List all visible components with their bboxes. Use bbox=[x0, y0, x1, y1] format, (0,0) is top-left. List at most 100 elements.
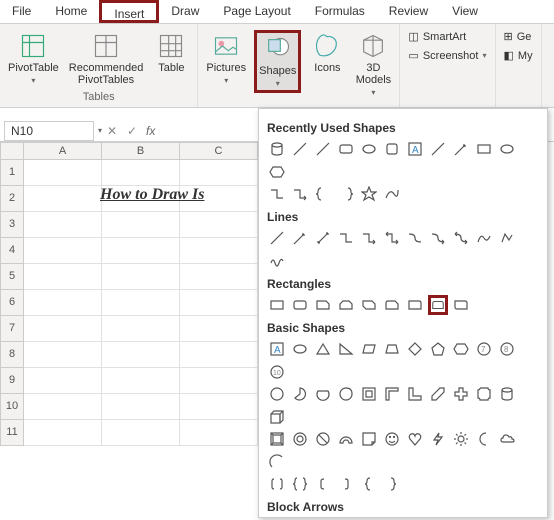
cell[interactable] bbox=[24, 212, 102, 238]
cell[interactable] bbox=[102, 342, 180, 368]
enter-formula-button[interactable]: ✓ bbox=[122, 124, 142, 138]
shape-rect[interactable] bbox=[474, 139, 494, 159]
cell[interactable] bbox=[24, 368, 102, 394]
cell[interactable] bbox=[102, 290, 180, 316]
row-header[interactable]: 4 bbox=[0, 238, 24, 264]
shape-lshape[interactable] bbox=[405, 384, 425, 404]
shape-connector[interactable] bbox=[267, 184, 287, 204]
shape-snip-corner[interactable] bbox=[313, 295, 333, 315]
shape-brace[interactable] bbox=[313, 184, 333, 204]
pivottable-button[interactable]: PivotTable ▾ bbox=[6, 30, 61, 87]
cell[interactable] bbox=[180, 342, 258, 368]
shape-textbox[interactable]: A bbox=[267, 339, 287, 359]
tab-review[interactable]: Review bbox=[377, 0, 440, 23]
pictures-button[interactable]: Pictures ▾ bbox=[204, 30, 248, 87]
shape-parallelogram[interactable] bbox=[359, 339, 379, 359]
shape-pentagon[interactable] bbox=[428, 339, 448, 359]
shape-right-brace[interactable] bbox=[382, 474, 402, 494]
select-all-corner[interactable] bbox=[0, 142, 24, 160]
shape-cube[interactable] bbox=[267, 407, 287, 427]
shape-lightning[interactable] bbox=[428, 429, 448, 449]
shape-arc[interactable] bbox=[267, 452, 287, 472]
3d-models-button[interactable]: 3D Models ▾ bbox=[353, 30, 393, 99]
tab-formulas[interactable]: Formulas bbox=[303, 0, 377, 23]
shape-left-brace[interactable] bbox=[359, 474, 379, 494]
shape-teardrop[interactable] bbox=[336, 384, 356, 404]
shape-pie[interactable] bbox=[290, 384, 310, 404]
cell[interactable] bbox=[24, 342, 102, 368]
shape-double-bracket[interactable] bbox=[267, 474, 287, 494]
fx-label[interactable]: fx bbox=[142, 124, 159, 138]
cell[interactable] bbox=[102, 264, 180, 290]
tab-page-layout[interactable]: Page Layout bbox=[211, 0, 302, 23]
row-header[interactable]: 8 bbox=[0, 342, 24, 368]
shape-hexagon[interactable] bbox=[451, 339, 471, 359]
cell[interactable] bbox=[102, 316, 180, 342]
shape-block-arc[interactable] bbox=[336, 429, 356, 449]
shape-heart[interactable] bbox=[405, 429, 425, 449]
cell[interactable] bbox=[180, 394, 258, 420]
cell[interactable] bbox=[180, 264, 258, 290]
cell[interactable] bbox=[180, 160, 258, 186]
shape-hexagon[interactable] bbox=[267, 162, 287, 182]
shape-line-arrow[interactable] bbox=[290, 228, 310, 248]
shape-decagon[interactable]: 10 bbox=[267, 362, 287, 382]
shape-diag-stripe[interactable] bbox=[428, 384, 448, 404]
shape-diamond[interactable] bbox=[405, 339, 425, 359]
shape-cloud[interactable] bbox=[497, 429, 517, 449]
table-button[interactable]: Table bbox=[151, 30, 191, 76]
shape-cylinder[interactable] bbox=[267, 139, 287, 159]
shape-oval[interactable] bbox=[290, 339, 310, 359]
recommended-pivottables-button[interactable]: Recommended PivotTables bbox=[67, 30, 146, 88]
cell[interactable] bbox=[24, 420, 102, 446]
row-header[interactable]: 10 bbox=[0, 394, 24, 420]
cancel-formula-button[interactable]: ✕ bbox=[102, 124, 122, 138]
my-addins-button[interactable]: ◧My bbox=[500, 47, 537, 64]
cell[interactable] bbox=[180, 316, 258, 342]
shape-line[interactable] bbox=[428, 139, 448, 159]
shape-snip-diag[interactable] bbox=[359, 295, 379, 315]
cell[interactable] bbox=[180, 212, 258, 238]
col-header[interactable]: A bbox=[24, 142, 102, 160]
get-addins-button[interactable]: ⊞Ge bbox=[500, 28, 536, 45]
shape-half-frame[interactable] bbox=[382, 384, 402, 404]
shape-smiley[interactable] bbox=[382, 429, 402, 449]
row-header[interactable]: 7 bbox=[0, 316, 24, 342]
shape-rectangle[interactable] bbox=[267, 295, 287, 315]
shape-plaque[interactable] bbox=[474, 384, 494, 404]
shape-line-double[interactable] bbox=[313, 228, 333, 248]
shape-octagon[interactable]: 8 bbox=[497, 339, 517, 359]
shape-connector[interactable] bbox=[290, 184, 310, 204]
shape-cross[interactable] bbox=[451, 384, 471, 404]
shape-curve[interactable] bbox=[382, 184, 402, 204]
shape-folded-corner[interactable] bbox=[359, 429, 379, 449]
shape-heptagon[interactable]: 7 bbox=[474, 339, 494, 359]
shape-freeform-curve[interactable] bbox=[474, 228, 494, 248]
cell[interactable] bbox=[24, 290, 102, 316]
shape-elbow-double[interactable] bbox=[382, 228, 402, 248]
shape-left-bracket[interactable] bbox=[313, 474, 333, 494]
cell[interactable] bbox=[180, 238, 258, 264]
shape-freeform[interactable] bbox=[497, 228, 517, 248]
shape-can[interactable] bbox=[497, 384, 517, 404]
screenshot-button[interactable]: ▭Screenshot▾ bbox=[404, 47, 490, 64]
shape-oval[interactable] bbox=[497, 139, 517, 159]
shape-moon[interactable] bbox=[474, 429, 494, 449]
row-header[interactable]: 1 bbox=[0, 160, 24, 186]
cell[interactable] bbox=[24, 238, 102, 264]
shape-line[interactable] bbox=[290, 139, 310, 159]
tab-view[interactable]: View bbox=[440, 0, 490, 23]
shape-chord[interactable] bbox=[313, 384, 333, 404]
row-header[interactable]: 6 bbox=[0, 290, 24, 316]
tab-draw[interactable]: Draw bbox=[159, 0, 211, 23]
shape-no-symbol[interactable] bbox=[313, 429, 333, 449]
shape-right-triangle[interactable] bbox=[336, 339, 356, 359]
cell[interactable] bbox=[24, 160, 102, 186]
row-header[interactable]: 11 bbox=[0, 420, 24, 446]
shape-frame[interactable] bbox=[359, 384, 379, 404]
shape-rounded-rect[interactable] bbox=[336, 139, 356, 159]
shape-bevel[interactable] bbox=[267, 429, 287, 449]
cell[interactable] bbox=[102, 368, 180, 394]
cell[interactable] bbox=[24, 316, 102, 342]
shape-rounded-rect[interactable] bbox=[382, 139, 402, 159]
